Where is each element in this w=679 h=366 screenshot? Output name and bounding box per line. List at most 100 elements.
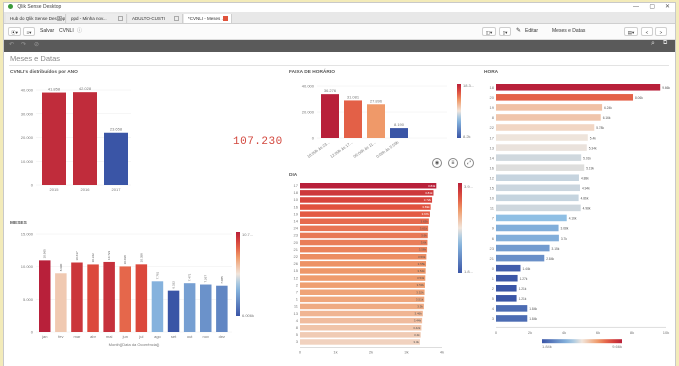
tab-adulto[interactable]: ADULTO-CUSTI: [128, 14, 183, 23]
tab-cvnli[interactable]: *CVNLI - Meses ...: [184, 14, 232, 23]
dia-bar[interactable]: [300, 254, 427, 260]
back-step-icon[interactable]: ↶: [9, 41, 14, 48]
tab-ppd[interactable]: ppd - Minha nov...: [67, 14, 127, 23]
faixa-bar[interactable]: [344, 100, 362, 138]
meses-bar[interactable]: [183, 283, 196, 332]
tab-hub[interactable]: Hub do Qlik Sense Desktop: [6, 14, 66, 23]
hora-bar[interactable]: [496, 184, 580, 192]
tab-close-icon[interactable]: [57, 16, 62, 21]
faixa-bar-chart[interactable]: 40.000 20.000 0 36.276 18:00h às 23... 31.081…: [287, 78, 477, 158]
dia-bar[interactable]: [300, 183, 437, 189]
hora-bar[interactable]: [496, 254, 545, 262]
tab-close-icon[interactable]: [118, 16, 123, 21]
dia-bar[interactable]: [300, 317, 423, 324]
dia-bar[interactable]: [300, 261, 427, 267]
dia-legend-bar[interactable]: [458, 183, 462, 273]
hora-bar[interactable]: [496, 234, 559, 242]
dia-bar[interactable]: [300, 239, 428, 246]
meses-legend-bar[interactable]: [236, 232, 240, 316]
maximize-button[interactable]: ▢: [649, 3, 655, 12]
hora-bar[interactable]: [496, 94, 634, 101]
hora-bar[interactable]: [496, 274, 518, 282]
meses-bar[interactable]: [71, 262, 83, 332]
hora-bar[interactable]: [496, 134, 588, 141]
close-window-button[interactable]: ✕: [665, 3, 670, 12]
hora-bar[interactable]: [496, 104, 603, 111]
hora-bar[interactable]: [496, 84, 661, 91]
dia-bar[interactable]: [300, 332, 421, 338]
hora-bar[interactable]: [496, 214, 567, 222]
meses-bar[interactable]: [39, 260, 51, 332]
hora-bar[interactable]: [496, 224, 559, 232]
info-icon[interactable]: ⓘ: [77, 24, 82, 39]
meses-bar[interactable]: [167, 290, 180, 332]
hora-bar[interactable]: [496, 154, 582, 161]
dia-bar[interactable]: [300, 339, 420, 345]
dia-bar[interactable]: [300, 303, 424, 310]
dia-bar[interactable]: [300, 289, 425, 296]
tab-close-icon[interactable]: [174, 16, 179, 21]
meses-bar[interactable]: [103, 261, 115, 332]
sheet-menu-button[interactable]: ▯▾: [499, 27, 511, 36]
faixa-bar[interactable]: [390, 128, 408, 138]
meses-bar[interactable]: [55, 273, 67, 332]
dia-bar[interactable]: [300, 275, 426, 281]
prev-sheet-button[interactable]: <: [641, 27, 653, 36]
hora-bar[interactable]: [496, 124, 595, 131]
snapshot-icon[interactable]: ◉: [432, 158, 442, 168]
fullscreen-icon[interactable]: ⤢: [464, 158, 474, 168]
dia-bar[interactable]: [300, 218, 429, 225]
dia-bar[interactable]: [300, 232, 428, 239]
explore-icon[interactable]: ⅲ: [448, 158, 458, 168]
hora-bar-chart[interactable]: 18 9.66k20 8.06k19 6.24k8 6.16k22 5.78k17 5.4k…: [482, 79, 674, 366]
meses-bar[interactable]: [216, 285, 228, 332]
forward-step-icon[interactable]: ↷: [21, 41, 26, 48]
hora-bar[interactable]: [496, 295, 517, 302]
meses-bar[interactable]: [87, 264, 99, 332]
global-menu-button[interactable]: ≡▾: [23, 27, 35, 36]
hora-bar[interactable]: [496, 305, 528, 312]
smart-search-icon[interactable]: ⧉: [663, 40, 667, 47]
tab-close-icon[interactable]: [223, 16, 228, 21]
dia-bar[interactable]: [300, 296, 425, 303]
dia-bar[interactable]: [300, 268, 426, 274]
search-icon[interactable]: ⌕: [651, 40, 655, 48]
hora-bar[interactable]: [496, 194, 579, 202]
sheet-list-button[interactable]: ▤▾: [624, 27, 638, 36]
hora-bar[interactable]: [496, 164, 585, 171]
data-manager-button[interactable]: ◫▾: [482, 27, 496, 36]
meses-bar[interactable]: [119, 266, 132, 332]
dia-bar-chart[interactable]: 17 3.84k18 3.81k10 3.72k16 3.69k19 3.67k14 3.6…: [287, 179, 477, 366]
ano-bar[interactable]: [42, 92, 66, 185]
dia-bar[interactable]: [300, 246, 428, 253]
hora-bar[interactable]: [496, 204, 581, 212]
dia-bar[interactable]: [300, 204, 431, 210]
dia-bar[interactable]: [300, 310, 423, 317]
dia-bar[interactable]: [300, 211, 430, 217]
ano-bar-chart[interactable]: 40.000 30.000 20.000 10.000 0 41.858 2015 42.02…: [8, 78, 138, 218]
faixa-bar[interactable]: [321, 94, 339, 138]
minimize-button[interactable]: —: [633, 3, 639, 12]
dia-bar[interactable]: [300, 325, 422, 331]
dia-bar[interactable]: [300, 282, 425, 288]
hora-bar[interactable]: [496, 315, 528, 322]
faixa-legend-bar[interactable]: [457, 84, 461, 138]
edit-pencil-icon[interactable]: ✎: [516, 24, 521, 39]
dia-bar[interactable]: [300, 225, 429, 232]
clear-selections-icon[interactable]: ⊘: [34, 41, 39, 48]
hora-bar[interactable]: [496, 144, 587, 151]
hora-bar[interactable]: [496, 244, 550, 252]
hora-bar[interactable]: [496, 174, 579, 181]
ano-bar[interactable]: [73, 92, 97, 185]
hora-bar[interactable]: [496, 285, 517, 292]
meses-bar-chart[interactable]: 15.000 10.000 5.000 0 10.965 jan 8.990 fev 10.63…: [8, 227, 268, 365]
ano-bar[interactable]: [104, 132, 128, 185]
save-button[interactable]: Salvar: [40, 24, 54, 39]
dia-bar[interactable]: [300, 190, 434, 196]
meses-bar[interactable]: [151, 281, 164, 332]
meses-bar[interactable]: [135, 264, 148, 332]
dia-bar[interactable]: [300, 197, 433, 203]
edit-button[interactable]: Editar: [525, 24, 538, 39]
faixa-bar[interactable]: [367, 104, 385, 138]
hora-legend-bar[interactable]: [542, 339, 622, 344]
